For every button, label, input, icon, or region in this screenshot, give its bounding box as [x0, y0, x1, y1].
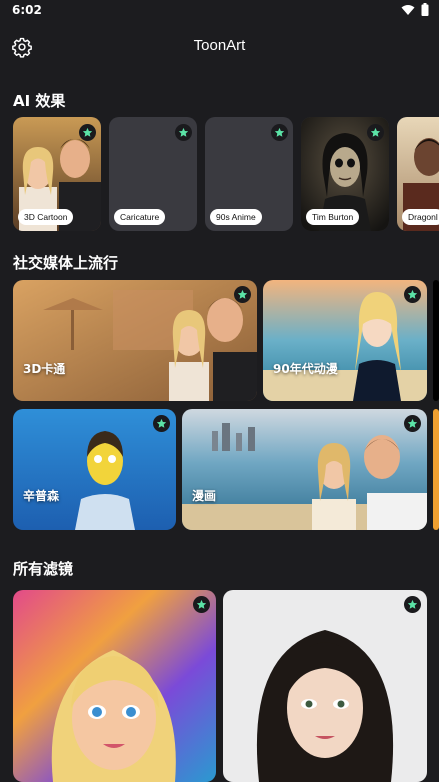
pro-badge [153, 415, 170, 432]
battery-icon [421, 3, 429, 16]
star-icon [407, 418, 418, 428]
trend-card-partial[interactable] [433, 280, 439, 401]
filter-thumbnail [13, 590, 216, 782]
effect-label: 3D Cartoon [18, 209, 74, 225]
pro-badge [193, 596, 210, 613]
pro-badge [79, 124, 96, 141]
star-icon [407, 599, 418, 609]
effect-card-dragon[interactable]: Dragonl [397, 117, 439, 231]
effect-card-3d-cartoon[interactable]: 3D Cartoon [13, 117, 101, 231]
app-title: ToonArt [193, 37, 246, 54]
pro-badge [234, 286, 251, 303]
star-icon [407, 289, 418, 299]
star-icon [237, 289, 248, 299]
filter-card[interactable] [223, 590, 427, 782]
trend-card-comics[interactable]: 漫画 [182, 409, 427, 530]
trend-card-simpsons[interactable]: 辛普森 [13, 409, 176, 530]
trend-card-90s-anime[interactable]: 90年代动漫 [263, 280, 427, 401]
trend-label: 漫画 [192, 489, 217, 503]
trend-label: 90年代动漫 [273, 362, 338, 376]
trend-label: 辛普森 [23, 489, 60, 503]
effect-label: Caricature [114, 209, 166, 225]
pro-badge [404, 415, 421, 432]
trend-thumbnail [13, 280, 257, 401]
pro-badge [404, 286, 421, 303]
pro-badge [271, 124, 288, 141]
status-time: 6:02 [12, 3, 42, 17]
app-bar: ToonArt [0, 26, 439, 70]
trend-card-partial[interactable] [433, 409, 439, 530]
trend-thumbnail [13, 409, 176, 530]
effect-card-90s-anime[interactable]: 90s Anime [205, 117, 293, 231]
star-icon [196, 599, 207, 609]
trend-thumbnail [263, 280, 427, 401]
effect-label: Dragonl [402, 209, 439, 225]
effect-card-tim-burton[interactable]: Tim Burton [301, 117, 389, 231]
trend-thumbnail [182, 409, 427, 530]
status-icons [401, 3, 429, 16]
effect-card-caricature[interactable]: Caricature [109, 117, 197, 231]
filter-card[interactable] [13, 590, 216, 782]
pro-badge [404, 596, 421, 613]
trend-card-3d-cartoon[interactable]: 3D卡通 [13, 280, 257, 401]
effects-row: 3D Cartoon Caricature 90s Anime Tim Burt… [13, 117, 439, 231]
star-icon [370, 127, 381, 137]
pro-badge [367, 124, 384, 141]
section-title-trending: 社交媒体上流行 [13, 254, 119, 272]
pro-badge [175, 124, 192, 141]
effect-label: Tim Burton [306, 209, 360, 225]
section-title-ai-effects: AI 效果 [13, 92, 66, 110]
effect-label: 90s Anime [210, 209, 262, 225]
star-icon [82, 127, 93, 137]
section-title-all-filters: 所有滤镜 [13, 560, 74, 578]
trend-label: 3D卡通 [23, 362, 66, 376]
star-icon [274, 127, 285, 137]
wifi-icon [401, 4, 415, 15]
star-icon [178, 127, 189, 137]
star-icon [156, 418, 167, 428]
status-bar: 6:02 [0, 0, 439, 22]
filter-thumbnail [223, 590, 427, 782]
